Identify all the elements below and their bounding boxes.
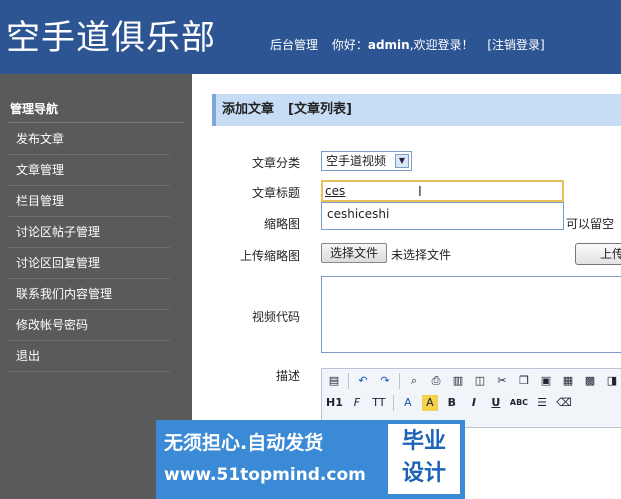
greeting-suffix: ,欢迎登录！ — [409, 38, 474, 52]
category-select-value: 空手道视频 — [326, 154, 387, 168]
template-icon[interactable]: ▥ — [450, 373, 466, 389]
article-list-link[interactable]: [文章列表] — [288, 102, 352, 117]
greeting-prefix: 你好： — [331, 38, 368, 52]
no-file-chosen-text: 未选择文件 — [391, 248, 452, 262]
sidebar-item-article-management[interactable]: 文章管理 — [8, 155, 170, 186]
autocomplete-option[interactable]: ceshiceshi — [327, 207, 389, 221]
sidebar-item-publish-article[interactable]: 发布文章 — [8, 124, 170, 155]
eraser-icon[interactable]: ⌫ — [556, 395, 572, 411]
video-code-label: 视频代码 — [251, 310, 300, 324]
category-select[interactable]: 空手道视频 ▼ — [321, 151, 412, 171]
sidebar-nav: 发布文章 文章管理 栏目管理 讨论区帖子管理 讨论区回复管理 联系我们内容管理 … — [8, 124, 170, 372]
line-height-icon[interactable]: ☰ — [534, 395, 550, 411]
sidebar-item-forum-posts[interactable]: 讨论区帖子管理 — [8, 217, 170, 248]
description-label: 描述 — [275, 369, 300, 383]
strikethrough-button[interactable]: ABC — [510, 395, 528, 411]
paste-text-icon[interactable]: ▦ — [560, 373, 576, 389]
copy-icon[interactable]: ❐ — [516, 373, 532, 389]
chevron-down-icon: ▼ — [395, 154, 409, 168]
redo-icon[interactable]: ↷ — [377, 373, 393, 389]
watermark-banner: 无须担心.自动发货 www.51topmind.com 毕业 设计 — [156, 420, 465, 499]
cut-icon[interactable]: ✂ — [494, 373, 510, 389]
page-title: 添加文章 — [222, 102, 275, 117]
autocomplete-dropdown: ceshiceshi — [321, 202, 564, 230]
logout-link[interactable]: [注销登录] — [487, 38, 544, 52]
underline-button[interactable]: U — [488, 395, 504, 411]
thumbnail-hint: 可以留空 — [566, 217, 615, 231]
watermark-badge-top: 毕业 — [401, 429, 446, 454]
site-title: 空手道俱乐部 — [6, 18, 216, 58]
bold-button[interactable]: B — [444, 395, 460, 411]
greeting-username: admin — [367, 38, 410, 52]
title-label: 文章标题 — [251, 186, 300, 200]
watermark-badge-bottom: 设计 — [401, 461, 446, 486]
watermark-slogan: 无须担心.自动发货 — [164, 432, 324, 454]
print-icon[interactable]: ⎙ — [428, 373, 444, 389]
title-input[interactable]: ces I — [321, 180, 564, 202]
header-bar: 空手道俱乐部 后台管理 你好：admin,欢迎登录！ [注销登录] — [0, 0, 621, 74]
video-code-textarea[interactable] — [321, 276, 621, 353]
watermark-text: 无须担心.自动发货 www.51topmind.com — [164, 428, 386, 485]
text-cursor-icon: I — [418, 185, 422, 200]
heading-button[interactable]: H1 — [326, 395, 343, 411]
category-label: 文章分类 — [251, 156, 300, 170]
sidebar-item-logout[interactable]: 退出 — [8, 341, 170, 372]
rich-text-editor: ▤ ↶ ↷ ⌕ ⎙ ▥ ◫ ✂ ❐ ▣ ▦ ▩ ◨ H1 F TT A A B … — [321, 368, 621, 428]
sidebar-heading: 管理导航 — [10, 102, 59, 116]
preview-icon[interactable]: ⌕ — [406, 373, 422, 389]
source-icon[interactable]: ▤ — [326, 373, 342, 389]
header-links: 后台管理 你好：admin,欢迎登录！ [注销登录] — [270, 36, 555, 53]
watermark-url: www.51topmind.com — [164, 465, 366, 485]
font-size-button[interactable]: TT — [371, 395, 387, 411]
highlight-color-button[interactable]: A — [421, 395, 438, 411]
sidebar-item-column-management[interactable]: 栏目管理 — [8, 186, 170, 217]
font-color-button[interactable]: A — [400, 395, 416, 411]
code-icon[interactable]: ◫ — [472, 373, 488, 389]
sidebar-item-change-password[interactable]: 修改帐号密码 — [8, 310, 170, 341]
page-title-bar: 添加文章 [文章列表] — [212, 94, 621, 126]
italic-button[interactable]: I — [466, 395, 482, 411]
font-family-button[interactable]: F — [349, 395, 365, 411]
sidebar-divider — [8, 122, 184, 123]
undo-icon[interactable]: ↶ — [355, 373, 371, 389]
title-input-value: ces — [325, 184, 346, 198]
admin-home-link[interactable]: 后台管理 — [270, 38, 318, 52]
paste-word-icon[interactable]: ▩ — [582, 373, 598, 389]
choose-file-button[interactable]: 选择文件 — [321, 243, 387, 263]
editor-toolbar-row-1: ▤ ↶ ↷ ⌕ ⎙ ▥ ◫ ✂ ❐ ▣ ▦ ▩ ◨ — [326, 372, 621, 390]
editor-toolbar-row-2: H1 F TT A A B I U ABC ☰ ⌫ — [326, 394, 578, 412]
watermark-badge: 毕业 设计 — [388, 424, 460, 494]
sidebar-item-forum-replies[interactable]: 讨论区回复管理 — [8, 248, 170, 279]
toolbar-separator — [399, 373, 400, 389]
thumbnail-label: 缩略图 — [263, 217, 300, 231]
select-all-icon[interactable]: ◨ — [604, 373, 620, 389]
toolbar-separator — [348, 373, 349, 389]
upload-thumbnail-label: 上传缩略图 — [239, 249, 300, 263]
toolbar-separator — [392, 395, 394, 411]
upload-button[interactable]: 上传 — [575, 243, 621, 265]
paste-icon[interactable]: ▣ — [538, 373, 554, 389]
sidebar-item-contact-content[interactable]: 联系我们内容管理 — [8, 279, 170, 310]
